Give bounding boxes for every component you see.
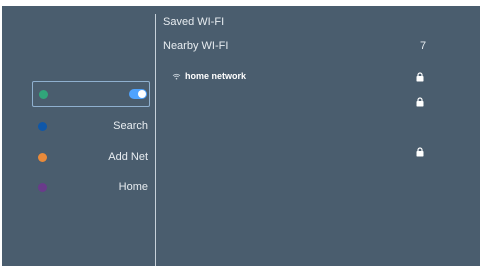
sidebar-item-label: Home — [118, 181, 148, 193]
lock-icon — [416, 97, 424, 107]
wifi-toggle-switch[interactable] — [129, 89, 147, 99]
nearby-wifi-header: Nearby WI-FI — [163, 40, 229, 52]
sidebar-item-wifi-toggle[interactable] — [32, 81, 150, 107]
lock-icon — [416, 72, 424, 82]
sidebar-item-label: Search — [113, 120, 148, 132]
saved-wifi-header: Saved WI-FI — [163, 16, 225, 28]
sidebar-item-label: Add Net — [108, 151, 148, 163]
panel-divider — [155, 14, 156, 266]
search-dot-icon — [38, 121, 47, 131]
sidebar-item-add-net[interactable]: Add Net — [32, 144, 150, 170]
wifi-dot-icon — [39, 89, 48, 99]
wifi-icon — [172, 74, 181, 80]
add-net-dot-icon — [38, 152, 47, 162]
nearby-count: 7 — [420, 40, 427, 52]
home-dot-icon — [38, 182, 47, 192]
network-item[interactable]: home network — [172, 71, 246, 81]
tv-screen: Search Add Net Home Saved WI-FI Nearby W… — [2, 6, 480, 266]
network-name: home network — [185, 71, 247, 81]
sidebar-item-home[interactable]: Home — [32, 174, 150, 200]
sidebar-item-search[interactable]: Search — [32, 113, 150, 139]
lock-icon — [416, 147, 424, 157]
